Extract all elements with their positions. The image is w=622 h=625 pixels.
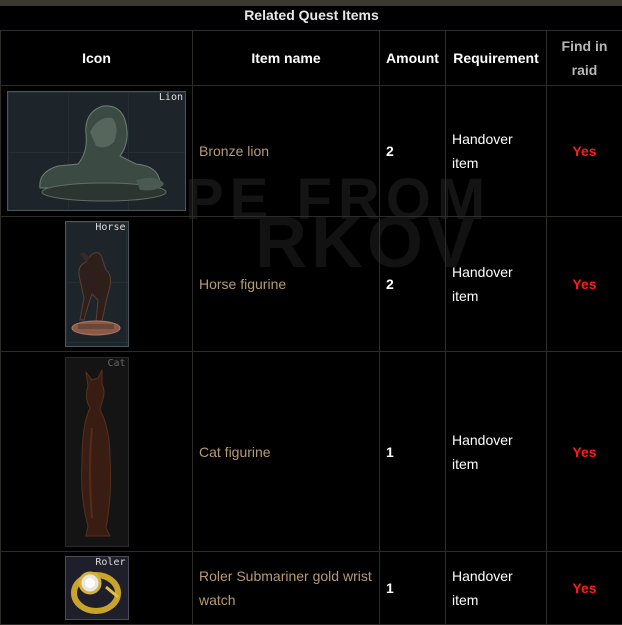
quest-items-panel: PE FROM RKOV Related Quest Items Icon It… xyxy=(0,6,622,615)
bronze-lion-icon[interactable]: Lion xyxy=(7,91,186,211)
header-icon[interactable]: Icon xyxy=(1,31,193,86)
cat-figurine-icon[interactable]: Cat xyxy=(65,357,129,547)
item-name[interactable]: Cat figurine xyxy=(193,352,380,552)
item-find-in-raid: Yes xyxy=(547,217,622,352)
item-requirement: Handover item xyxy=(446,217,547,352)
icon-tag: Cat xyxy=(107,358,125,370)
table-row: Roler Roler Submariner gold wrist watch … xyxy=(1,552,622,625)
header-amount[interactable]: Amount xyxy=(380,31,446,86)
icon-cell: Roler xyxy=(1,552,193,625)
item-name[interactable]: Roler Submariner gold wrist watch xyxy=(193,552,380,625)
table-row: Lion Bronze lion 2 Handover item Yes xyxy=(1,86,622,217)
item-amount: 2 xyxy=(380,86,446,217)
icon-cell: Horse xyxy=(1,217,193,352)
table-row: Horse Horse figurine 2 Handover item Yes xyxy=(1,217,622,352)
icon-cell: Lion xyxy=(1,86,193,217)
item-amount: 2 xyxy=(380,217,446,352)
header-requirement[interactable]: Requirement xyxy=(446,31,547,86)
item-name[interactable]: Bronze lion xyxy=(193,86,380,217)
horse-figurine-icon[interactable]: Horse xyxy=(65,221,129,347)
table-row: Cat Cat figurine 1 Handover item Yes xyxy=(1,352,622,552)
icon-tag: Roler xyxy=(95,557,125,569)
header-item-name[interactable]: Item name xyxy=(193,31,380,86)
header-find-in-raid[interactable]: Find in raid xyxy=(547,31,622,86)
item-find-in-raid: Yes xyxy=(547,86,622,217)
item-requirement: Handover item xyxy=(446,552,547,625)
item-requirement: Handover item xyxy=(446,352,547,552)
table-caption: Related Quest Items xyxy=(0,6,622,30)
item-find-in-raid: Yes xyxy=(547,352,622,552)
item-amount: 1 xyxy=(380,552,446,625)
related-quest-items-table: Related Quest Items Icon Item name Amoun… xyxy=(0,6,622,625)
icon-cell: Cat xyxy=(1,352,193,552)
gold-watch-icon[interactable]: Roler xyxy=(65,556,129,620)
icon-tag: Lion xyxy=(159,92,183,104)
header-row: Icon Item name Amount Requirement Find i… xyxy=(1,31,622,86)
item-find-in-raid: Yes xyxy=(547,552,622,625)
item-name[interactable]: Horse figurine xyxy=(193,217,380,352)
item-requirement: Handover item xyxy=(446,86,547,217)
item-amount: 1 xyxy=(380,352,446,552)
icon-tag: Horse xyxy=(95,222,125,234)
